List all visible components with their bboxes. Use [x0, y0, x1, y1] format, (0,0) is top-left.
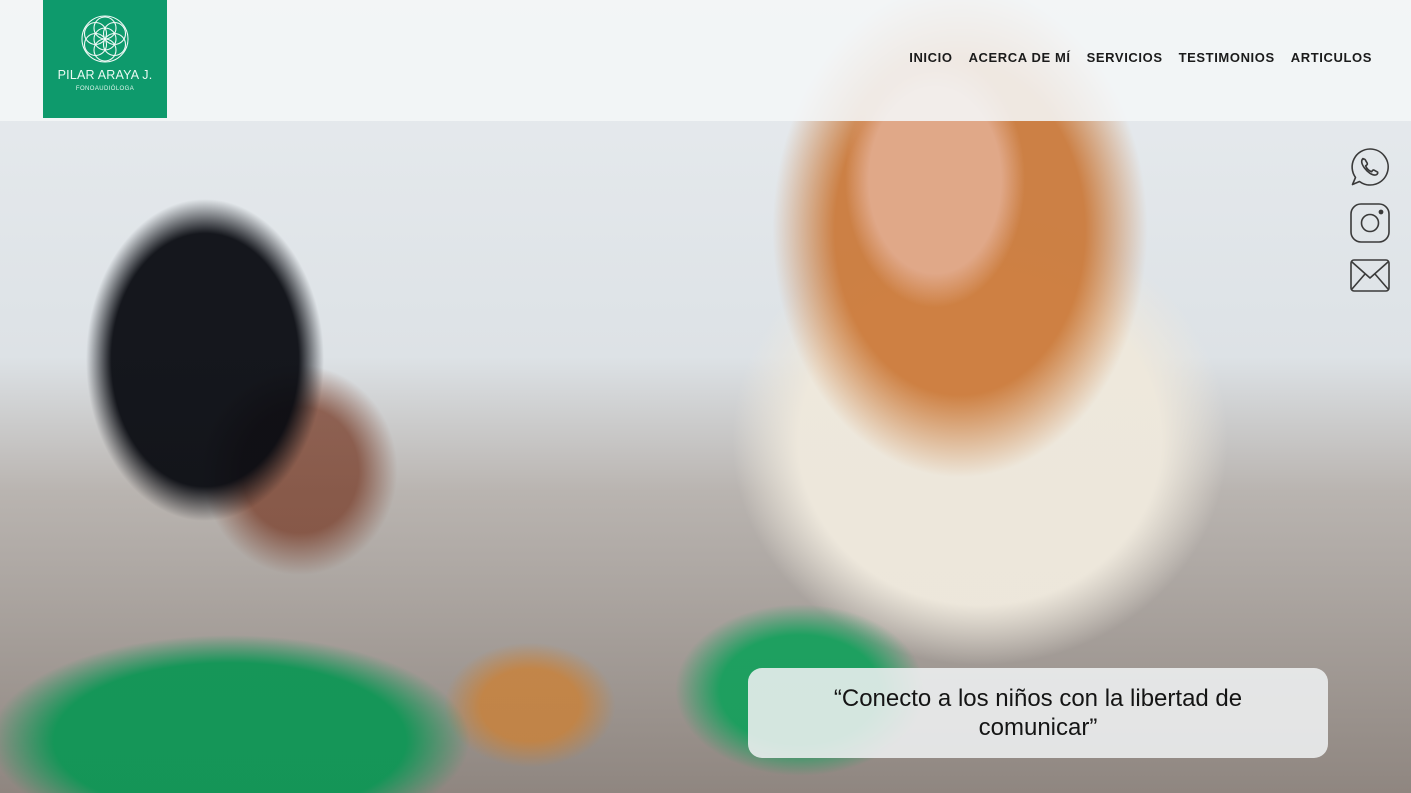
site-header: PILAR ARAYA J. FONOAUDIÓLOGA INICIO ACER… — [0, 0, 1411, 121]
logo-subtitle: FONOAUDIÓLOGA — [75, 86, 135, 92]
email-icon[interactable] — [1349, 255, 1391, 297]
instagram-icon[interactable] — [1349, 202, 1391, 244]
nav-item-articulos[interactable]: ARTICULOS — [1291, 50, 1372, 65]
nav-item-acerca-de-mi[interactable]: ACERCA DE MÍ — [969, 50, 1071, 65]
hero-quote: “Conecto a los niños con la libertad de … — [833, 685, 1243, 741]
site-logo[interactable]: PILAR ARAYA J. FONOAUDIÓLOGA — [43, 0, 167, 118]
nav-item-inicio[interactable]: INICIO — [909, 50, 952, 65]
main-nav: INICIO ACERCA DE MÍ SERVICIOS TESTIMONIO… — [909, 50, 1372, 65]
hero-quote-box: “Conecto a los niños con la libertad de … — [748, 668, 1328, 758]
whatsapp-icon[interactable] — [1349, 146, 1391, 188]
nav-item-servicios[interactable]: SERVICIOS — [1087, 50, 1163, 65]
logo-name: PILAR ARAYA J. — [57, 68, 153, 82]
nav-item-testimonios[interactable]: TESTIMONIOS — [1179, 50, 1275, 65]
flower-of-life-icon — [81, 15, 129, 63]
